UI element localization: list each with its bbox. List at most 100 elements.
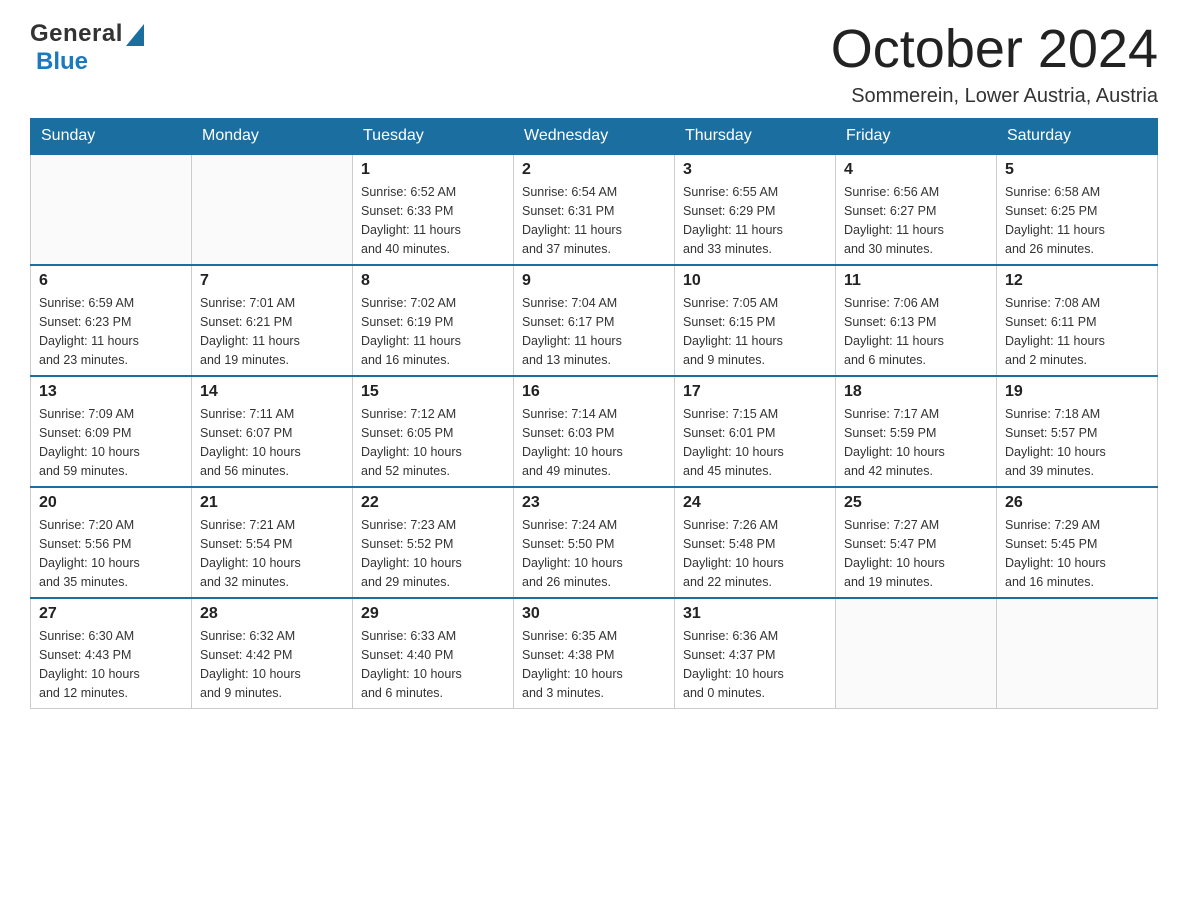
logo-triangle-icon xyxy=(126,24,144,46)
day-number: 11 xyxy=(844,272,988,290)
day-number: 13 xyxy=(39,383,183,401)
week-row-2: 6Sunrise: 6:59 AMSunset: 6:23 PMDaylight… xyxy=(31,265,1158,376)
day-number: 19 xyxy=(1005,383,1149,401)
col-header-friday: Friday xyxy=(836,119,997,155)
day-cell: 25 Sunrise: 7:27 AMSunset: 5:47 PMDayligh… xyxy=(836,487,997,598)
day-number: 17 xyxy=(683,383,827,401)
day-cell: 31 Sunrise: 6:36 AMSunset: 4:37 PMDayligh… xyxy=(675,598,836,709)
day-info: Sunrise: 6:52 AMSunset: 6:33 PMDaylight:… xyxy=(361,183,505,258)
day-number: 25 xyxy=(844,494,988,512)
day-info: Sunrise: 7:15 AMSunset: 6:01 PMDaylight:… xyxy=(683,405,827,480)
day-info: Sunrise: 7:18 AMSunset: 5:57 PMDaylight:… xyxy=(1005,405,1149,480)
day-cell: 7Sunrise: 7:01 AMSunset: 6:21 PMDaylight… xyxy=(192,265,353,376)
day-info: Sunrise: 6:35 AMSunset: 4:38 PMDaylight:… xyxy=(522,627,666,702)
col-header-sunday: Sunday xyxy=(31,119,192,155)
day-info: Sunrise: 7:05 AMSunset: 6:15 PMDaylight:… xyxy=(683,294,827,369)
col-header-monday: Monday xyxy=(192,119,353,155)
day-cell: 2 Sunrise: 6:54 AMSunset: 6:31 PMDaylight… xyxy=(514,154,675,265)
col-header-thursday: Thursday xyxy=(675,119,836,155)
day-number: 22 xyxy=(361,494,505,512)
day-cell: 20Sunrise: 7:20 AMSunset: 5:56 PMDayligh… xyxy=(31,487,192,598)
day-cell: 8 Sunrise: 7:02 AMSunset: 6:19 PMDaylight… xyxy=(353,265,514,376)
day-cell: 14 Sunrise: 7:11 AMSunset: 6:07 PMDayligh… xyxy=(192,376,353,487)
day-number: 23 xyxy=(522,494,666,512)
day-cell: 17 Sunrise: 7:15 AMSunset: 6:01 PMDayligh… xyxy=(675,376,836,487)
logo-blue-text: Blue xyxy=(36,48,88,76)
day-info: Sunrise: 6:33 AMSunset: 4:40 PMDaylight:… xyxy=(361,627,505,702)
day-info: Sunrise: 7:14 AMSunset: 6:03 PMDaylight:… xyxy=(522,405,666,480)
day-info: Sunrise: 7:09 AMSunset: 6:09 PMDaylight:… xyxy=(39,405,183,480)
day-cell: 29 Sunrise: 6:33 AMSunset: 4:40 PMDayligh… xyxy=(353,598,514,709)
day-cell: 5Sunrise: 6:58 AMSunset: 6:25 PMDaylight… xyxy=(997,154,1158,265)
day-cell: 1 Sunrise: 6:52 AMSunset: 6:33 PMDaylight… xyxy=(353,154,514,265)
day-info: Sunrise: 7:24 AMSunset: 5:50 PMDaylight:… xyxy=(522,516,666,591)
day-cell xyxy=(997,598,1158,709)
day-info: Sunrise: 7:23 AMSunset: 5:52 PMDaylight:… xyxy=(361,516,505,591)
day-info: Sunrise: 6:54 AMSunset: 6:31 PMDaylight:… xyxy=(522,183,666,258)
day-cell: 19 Sunrise: 7:18 AMSunset: 5:57 PMDayligh… xyxy=(997,376,1158,487)
day-info: Sunrise: 7:08 AMSunset: 6:11 PMDaylight:… xyxy=(1005,294,1149,369)
calendar-header-row: SundayMondayTuesdayWednesdayThursdayFrid… xyxy=(31,119,1158,155)
day-cell: 3 Sunrise: 6:55 AMSunset: 6:29 PMDaylight… xyxy=(675,154,836,265)
calendar-table: SundayMondayTuesdayWednesdayThursdayFrid… xyxy=(30,118,1158,709)
day-number: 28 xyxy=(200,605,344,623)
day-info: Sunrise: 6:32 AMSunset: 4:42 PMDaylight:… xyxy=(200,627,344,702)
day-number: 3 xyxy=(683,161,827,179)
day-info: Sunrise: 6:56 AMSunset: 6:27 PMDaylight:… xyxy=(844,183,988,258)
day-number: 24 xyxy=(683,494,827,512)
day-info: Sunrise: 6:30 AMSunset: 4:43 PMDaylight:… xyxy=(39,627,183,702)
day-info: Sunrise: 7:17 AMSunset: 5:59 PMDaylight:… xyxy=(844,405,988,480)
location-title: Sommerein, Lower Austria, Austria xyxy=(831,85,1158,108)
day-number: 27 xyxy=(39,605,183,623)
day-cell: 23 Sunrise: 7:24 AMSunset: 5:50 PMDayligh… xyxy=(514,487,675,598)
day-number: 6 xyxy=(39,272,183,290)
day-number: 26 xyxy=(1005,494,1149,512)
day-info: Sunrise: 7:27 AMSunset: 5:47 PMDaylight:… xyxy=(844,516,988,591)
day-cell xyxy=(31,154,192,265)
day-cell: 10Sunrise: 7:05 AMSunset: 6:15 PMDayligh… xyxy=(675,265,836,376)
day-info: Sunrise: 7:21 AMSunset: 5:54 PMDaylight:… xyxy=(200,516,344,591)
day-number: 9 xyxy=(522,272,666,290)
day-info: Sunrise: 7:29 AMSunset: 5:45 PMDaylight:… xyxy=(1005,516,1149,591)
day-number: 31 xyxy=(683,605,827,623)
day-number: 16 xyxy=(522,383,666,401)
day-cell xyxy=(836,598,997,709)
day-cell: 9 Sunrise: 7:04 AMSunset: 6:17 PMDaylight… xyxy=(514,265,675,376)
day-number: 2 xyxy=(522,161,666,179)
day-info: Sunrise: 6:58 AMSunset: 6:25 PMDaylight:… xyxy=(1005,183,1149,258)
day-cell: 15 Sunrise: 7:12 AMSunset: 6:05 PMDayligh… xyxy=(353,376,514,487)
day-info: Sunrise: 7:11 AMSunset: 6:07 PMDaylight:… xyxy=(200,405,344,480)
day-number: 15 xyxy=(361,383,505,401)
page-header: General Blue October 2024 Sommerein, Low… xyxy=(30,20,1158,108)
col-header-wednesday: Wednesday xyxy=(514,119,675,155)
day-number: 8 xyxy=(361,272,505,290)
day-cell: 28 Sunrise: 6:32 AMSunset: 4:42 PMDayligh… xyxy=(192,598,353,709)
day-cell: 21 Sunrise: 7:21 AMSunset: 5:54 PMDayligh… xyxy=(192,487,353,598)
day-info: Sunrise: 7:04 AMSunset: 6:17 PMDaylight:… xyxy=(522,294,666,369)
day-cell: 30Sunrise: 6:35 AMSunset: 4:38 PMDayligh… xyxy=(514,598,675,709)
logo-general-text: General xyxy=(30,20,123,48)
day-number: 29 xyxy=(361,605,505,623)
day-cell: 22 Sunrise: 7:23 AMSunset: 5:52 PMDayligh… xyxy=(353,487,514,598)
day-cell: 18Sunrise: 7:17 AMSunset: 5:59 PMDayligh… xyxy=(836,376,997,487)
day-info: Sunrise: 7:12 AMSunset: 6:05 PMDaylight:… xyxy=(361,405,505,480)
day-number: 1 xyxy=(361,161,505,179)
day-number: 14 xyxy=(200,383,344,401)
logo: General Blue xyxy=(30,20,144,76)
day-cell: 24Sunrise: 7:26 AMSunset: 5:48 PMDayligh… xyxy=(675,487,836,598)
day-cell: 12 Sunrise: 7:08 AMSunset: 6:11 PMDayligh… xyxy=(997,265,1158,376)
day-number: 12 xyxy=(1005,272,1149,290)
day-info: Sunrise: 6:55 AMSunset: 6:29 PMDaylight:… xyxy=(683,183,827,258)
day-number: 21 xyxy=(200,494,344,512)
day-cell xyxy=(192,154,353,265)
day-number: 7 xyxy=(200,272,344,290)
week-row-5: 27 Sunrise: 6:30 AMSunset: 4:43 PMDayligh… xyxy=(31,598,1158,709)
day-cell: 27 Sunrise: 6:30 AMSunset: 4:43 PMDayligh… xyxy=(31,598,192,709)
day-cell: 13 Sunrise: 7:09 AMSunset: 6:09 PMDayligh… xyxy=(31,376,192,487)
month-title: October 2024 xyxy=(831,20,1158,79)
day-info: Sunrise: 7:02 AMSunset: 6:19 PMDaylight:… xyxy=(361,294,505,369)
day-cell: 11Sunrise: 7:06 AMSunset: 6:13 PMDayligh… xyxy=(836,265,997,376)
day-info: Sunrise: 6:36 AMSunset: 4:37 PMDaylight:… xyxy=(683,627,827,702)
day-cell: 4Sunrise: 6:56 AMSunset: 6:27 PMDaylight… xyxy=(836,154,997,265)
day-cell: 6Sunrise: 6:59 AMSunset: 6:23 PMDaylight… xyxy=(31,265,192,376)
